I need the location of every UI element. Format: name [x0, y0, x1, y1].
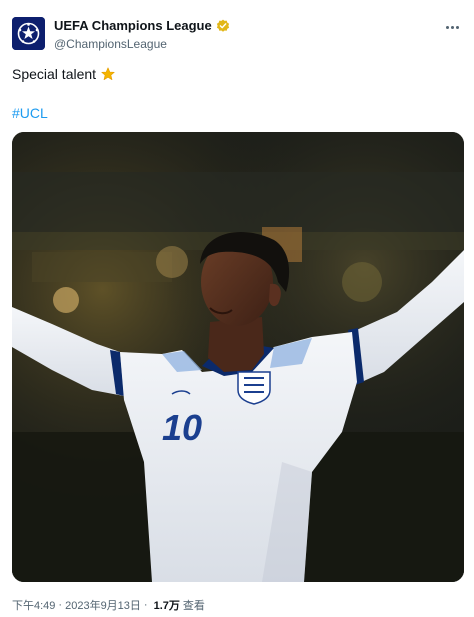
tweet-meta: 下午4:49 · 2023年9月13日 · 1.7万 查看: [12, 597, 205, 613]
tweet-text: Special talent: [12, 66, 115, 82]
tweet-text-content: Special talent: [12, 66, 97, 82]
meta-separator: ·: [58, 599, 63, 611]
display-name[interactable]: UEFA Champions League: [54, 18, 212, 33]
star-emoji-icon: [101, 67, 115, 81]
hashtag-link[interactable]: #UCL: [12, 105, 48, 121]
name-row: UEFA Champions League: [54, 18, 230, 33]
views-label: 查看: [182, 600, 205, 612]
views-count: 1.7万: [153, 600, 180, 612]
tweet-date[interactable]: 2023年9月13日: [65, 597, 141, 613]
verified-badge-icon: [216, 19, 230, 33]
meta-separator-2: ·: [143, 599, 148, 611]
tweet-time[interactable]: 下午4:49: [12, 597, 55, 613]
avatar[interactable]: [12, 17, 45, 50]
player-celebration-photo: 10: [12, 132, 464, 582]
account-handle[interactable]: @ChampionsLeague: [54, 37, 167, 51]
shirt-number: 10: [162, 407, 202, 448]
tweet-photo[interactable]: 10: [12, 132, 464, 582]
more-options-icon[interactable]: [440, 18, 464, 36]
starball-logo-icon: [12, 17, 45, 50]
tweet-header: UEFA Champions League @ChampionsLeague: [12, 14, 464, 54]
